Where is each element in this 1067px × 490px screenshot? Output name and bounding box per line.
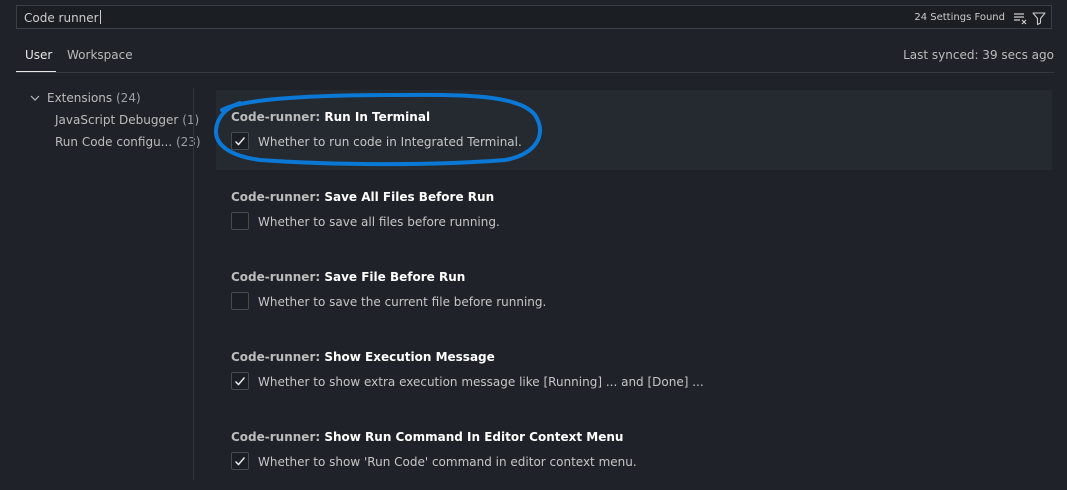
setting-title: Code-runner: Save All Files Before Run (231, 190, 495, 204)
setting-title: Code-runner: Show Run Command In Editor … (231, 430, 624, 444)
search-value: Code runner (24, 10, 101, 25)
toc-item-extensions[interactable]: Extensions (24) (24, 88, 184, 108)
setting-description: Whether to save the current file before … (258, 295, 547, 309)
check-icon (234, 457, 246, 466)
toc-item-count: (1) (182, 113, 200, 127)
setting-checkbox[interactable] (231, 452, 249, 470)
setting-run-in-terminal: Code-runner: Run In Terminal Whether to … (216, 90, 1052, 170)
setting-show-execution-message: Code-runner: Show Execution Message Whet… (216, 330, 1052, 410)
toc-item-run-code-configuration[interactable]: Run Code configu... (23) (55, 135, 201, 149)
toc-item-count: (24) (116, 91, 141, 105)
sync-status: Last synced: 39 secs ago (903, 48, 1054, 62)
setting-title: Code-runner: Save File Before Run (231, 270, 466, 284)
tabs-divider (16, 72, 1054, 73)
setting-show-run-command-in-editor-context-menu: Code-runner: Show Run Command In Editor … (216, 410, 1052, 490)
setting-title: Code-runner: Run In Terminal (231, 110, 431, 124)
toc-item-count: (23) (175, 135, 201, 149)
toc-item-label: Extensions (47, 91, 113, 105)
setting-description: Whether to save all files before running… (258, 215, 500, 229)
setting-save-all-files-before-run: Code-runner: Save All Files Before Run W… (216, 170, 1052, 250)
setting-checkbox[interactable] (231, 372, 249, 390)
settings-search-input[interactable]: Code runner 24 Settings Found (16, 5, 1052, 29)
setting-description: Whether to show extra execution message … (258, 375, 704, 389)
toc-divider (193, 88, 194, 480)
search-result-count: 24 Settings Found (914, 12, 1005, 23)
chevron-down-icon (30, 95, 40, 101)
setting-save-file-before-run: Code-runner: Save File Before Run Whethe… (216, 250, 1052, 330)
clear-filter-icon[interactable] (1012, 10, 1028, 26)
setting-checkbox[interactable] (231, 212, 249, 230)
toc-item-javascript-debugger[interactable]: JavaScript Debugger (1) (55, 113, 199, 127)
toc-item-label: JavaScript Debugger (55, 113, 179, 127)
check-icon (234, 377, 246, 386)
setting-title: Code-runner: Show Execution Message (231, 350, 495, 364)
check-icon (234, 137, 246, 146)
tab-workspace[interactable]: Workspace (67, 48, 133, 62)
setting-description: Whether to show 'Run Code' command in ed… (258, 455, 637, 469)
setting-checkbox[interactable] (231, 292, 249, 310)
tab-user[interactable]: User (25, 48, 52, 62)
filter-icon[interactable] (1031, 10, 1047, 26)
toc-item-label: Run Code configu... (55, 135, 173, 149)
setting-description: Whether to run code in Integrated Termin… (258, 135, 522, 149)
setting-checkbox[interactable] (231, 132, 249, 150)
